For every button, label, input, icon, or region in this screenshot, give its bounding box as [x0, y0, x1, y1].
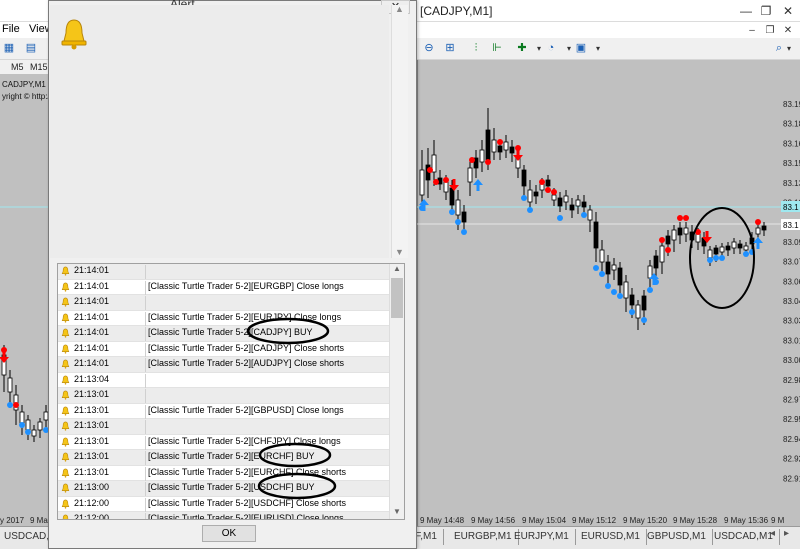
annotation-layer — [246, 317, 337, 500]
highlight-ellipse — [246, 317, 330, 345]
highlight-ellipse — [257, 472, 337, 500]
highlight-ellipse — [258, 442, 332, 468]
